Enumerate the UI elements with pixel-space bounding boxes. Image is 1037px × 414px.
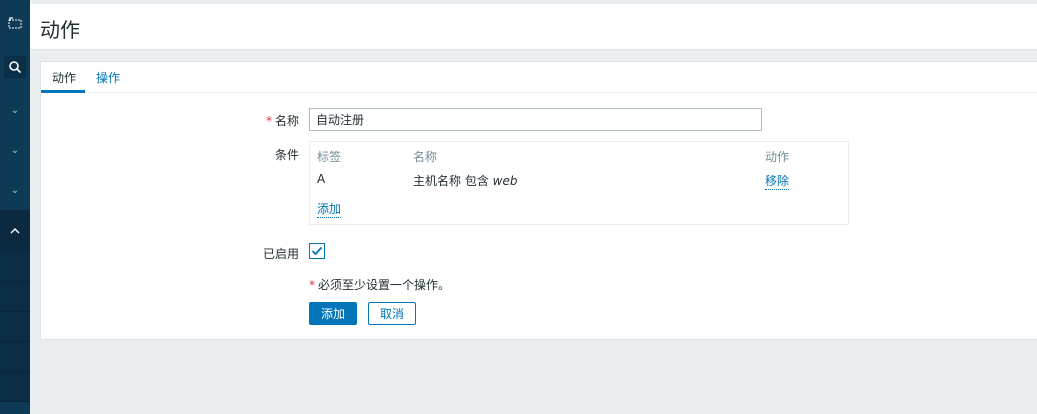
enabled-checkbox[interactable]: [309, 243, 325, 259]
sidebar-subitem[interactable]: [0, 282, 30, 312]
sidebar-subitem[interactable]: [0, 342, 30, 372]
action-form-card: 动作 操作 *名称 条件 标签 名称 动作 A 主机名称 包含 web 移除 添…: [40, 61, 1037, 340]
remove-condition-link[interactable]: 移除: [765, 172, 790, 190]
checkmark-icon: [311, 246, 323, 256]
sidebar-subitem[interactable]: [0, 252, 30, 282]
name-label-text: 名称: [274, 114, 299, 128]
page-header: 动作: [30, 4, 1037, 50]
active-tab-indicator: [41, 90, 85, 93]
condition-name-prefix: 主机名称 包含: [413, 174, 493, 188]
tab-bar: 动作 操作: [41, 62, 1037, 93]
sidebar-menu-active[interactable]: [0, 210, 30, 252]
conditions-table: 标签 名称 动作 A 主机名称 包含 web 移除 添加: [309, 141, 849, 225]
operation-required-hint: * 必须至少设置一个操作。: [309, 276, 450, 293]
conditions-label: 条件: [274, 148, 299, 162]
required-marker: *: [265, 114, 272, 128]
sidebar: ⌄ ⌄ ⌄: [0, 0, 30, 414]
collapse-sidebar-icon[interactable]: [0, 8, 30, 38]
page-title: 动作: [40, 18, 80, 42]
sidebar-menu-2[interactable]: ⌄: [0, 130, 30, 170]
column-header-name: 名称: [413, 150, 438, 164]
cancel-button[interactable]: 取消: [368, 302, 416, 325]
tab-operations[interactable]: 操作: [96, 69, 120, 86]
name-input[interactable]: [309, 108, 762, 131]
sidebar-menu-3[interactable]: ⌄: [0, 170, 30, 210]
search-icon: [4, 56, 26, 78]
chevron-up-icon: [10, 228, 20, 234]
add-button[interactable]: 添加: [309, 302, 357, 325]
condition-name-value: web: [492, 174, 518, 188]
add-condition-link[interactable]: 添加: [317, 200, 342, 218]
condition-name: 主机名称 包含 web: [413, 172, 517, 189]
hint-text: 必须至少设置一个操作。: [318, 278, 451, 292]
column-header-tag: 标签: [317, 150, 342, 164]
search-button[interactable]: [0, 52, 30, 82]
required-marker: *: [309, 278, 315, 292]
chevron-down-icon: ⌄: [10, 144, 20, 156]
tab-action[interactable]: 动作: [52, 69, 76, 86]
name-label: * 名称: [227, 112, 299, 129]
column-header-action: 动作: [765, 150, 790, 164]
sidebar-subitem[interactable]: [0, 312, 30, 342]
condition-tag: A: [317, 172, 326, 186]
chevron-down-icon: ⌄: [10, 104, 20, 116]
enabled-label: 已启用: [262, 247, 299, 261]
chevron-down-icon: ⌄: [10, 184, 20, 196]
sidebar-subitem[interactable]: [0, 372, 30, 402]
sidebar-menu-1[interactable]: ⌄: [0, 90, 30, 130]
